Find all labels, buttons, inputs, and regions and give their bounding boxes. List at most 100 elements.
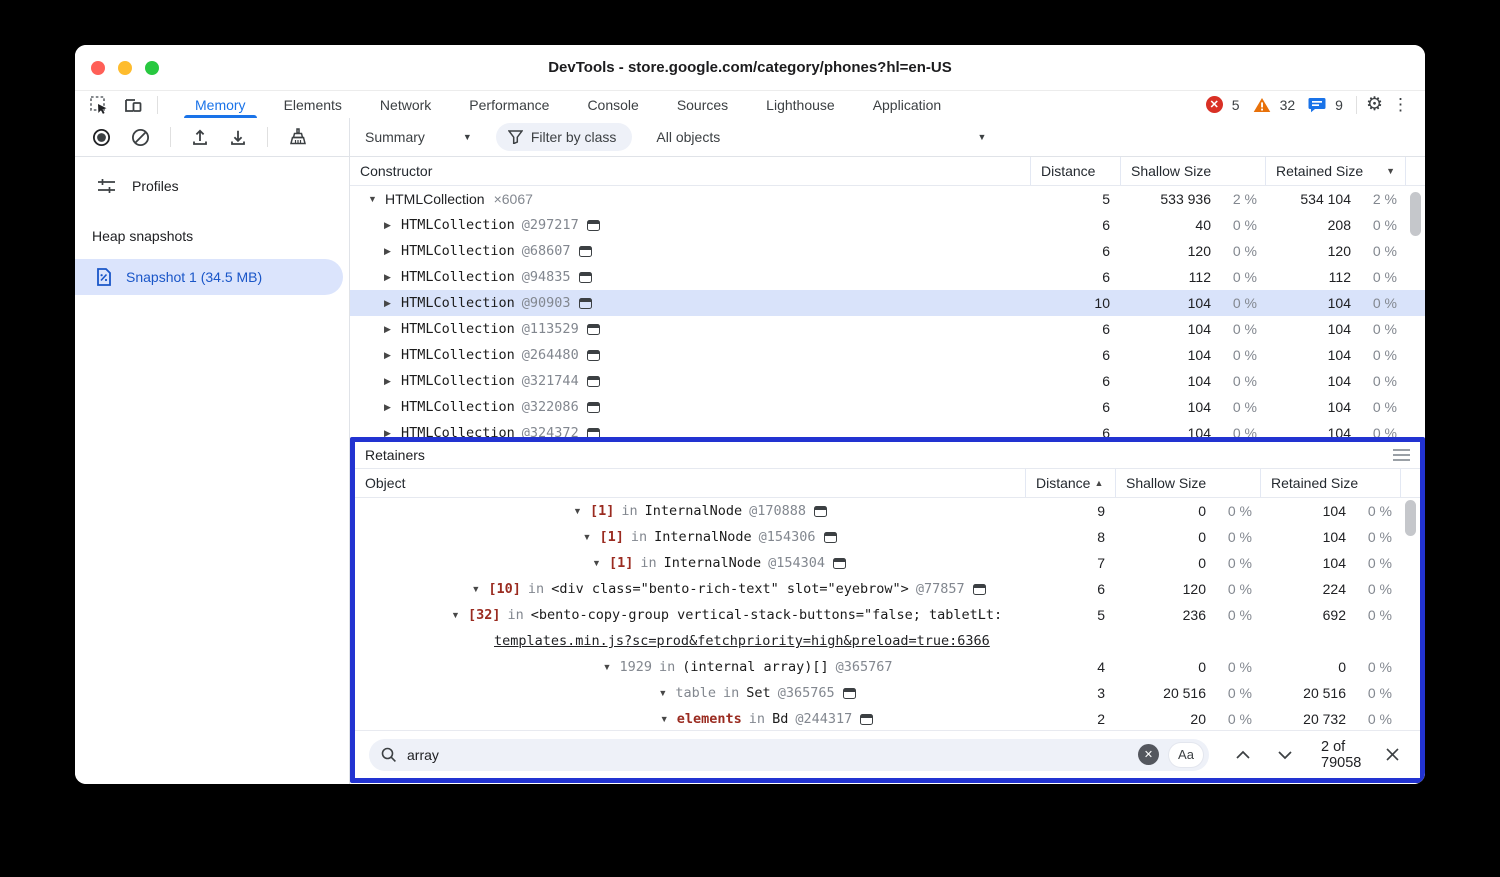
heap-table-row[interactable]: ▶HTMLCollection@9483561120 %1120 %: [350, 264, 1425, 290]
reveal-in-summary-icon[interactable]: [843, 688, 856, 699]
devtools-tab-bar: Memory Elements Network Performance Cons…: [75, 91, 1425, 118]
tab-lighthouse[interactable]: Lighthouse: [747, 91, 854, 118]
more-options-icon[interactable]: ⋮: [1392, 96, 1409, 113]
column-header-object[interactable]: Object: [355, 469, 1025, 497]
vertical-scrollbar[interactable]: [1405, 500, 1416, 536]
reveal-in-summary-icon[interactable]: [973, 584, 986, 595]
column-header-shallow-size[interactable]: Shallow Size: [1120, 157, 1265, 185]
tab-network[interactable]: Network: [361, 91, 450, 118]
tab-elements[interactable]: Elements: [265, 91, 361, 118]
reveal-in-summary-icon[interactable]: [587, 324, 600, 335]
column-header-distance[interactable]: Distance▲: [1025, 469, 1115, 497]
retainer-property: elements: [677, 711, 742, 727]
issues-count[interactable]: 9: [1335, 97, 1343, 113]
reveal-in-summary-icon[interactable]: [579, 272, 592, 283]
reveal-in-summary-icon[interactable]: [579, 246, 592, 257]
retainer-row[interactable]: ▼elementsinBd@2443172200 %20 7320 %: [355, 706, 1420, 732]
column-header-distance[interactable]: Distance: [1030, 157, 1120, 185]
heap-table-row[interactable]: ▼HTMLCollection×60675533 9362 %534 1042 …: [350, 186, 1425, 212]
class-filter-input[interactable]: Filter by class: [496, 123, 633, 151]
warning-count[interactable]: 32: [1280, 97, 1296, 113]
retainer-row[interactable]: ▼[32]in<bento-copy-group vertical-stack-…: [355, 602, 1420, 654]
search-field[interactable]: ✕ Aa: [369, 739, 1209, 771]
column-header-shallow-size[interactable]: Shallow Size: [1115, 469, 1260, 497]
save-profile-icon[interactable]: [229, 128, 247, 147]
divider: [157, 96, 158, 114]
collapse-icon: ▼: [582, 532, 599, 542]
expand-icon: ▶: [384, 402, 401, 413]
warning-count-icon[interactable]: [1253, 97, 1271, 113]
heap-table-row[interactable]: ▶HTMLCollection@90903101040 %1040 %: [350, 290, 1425, 316]
heap-table-row[interactable]: ▶HTMLCollection@26448061040 %1040 %: [350, 342, 1425, 368]
next-result-button[interactable]: [1277, 750, 1293, 760]
retainer-row[interactable]: ▼[1]inInternalNode@154306800 %1040 %: [355, 524, 1420, 550]
column-header-constructor[interactable]: Constructor: [350, 157, 1030, 185]
reveal-in-summary-icon[interactable]: [860, 714, 873, 725]
reveal-in-summary-icon[interactable]: [587, 402, 600, 413]
retainer-row[interactable]: ▼[1]inInternalNode@170888900 %1040 %: [355, 498, 1420, 524]
reveal-in-summary-icon[interactable]: [587, 350, 600, 361]
scroll-corner: [1405, 157, 1425, 185]
tab-sources[interactable]: Sources: [658, 91, 747, 118]
issues-icon[interactable]: [1308, 97, 1326, 113]
object-cell: ▼[32]in<bento-copy-group vertical-stack-…: [355, 602, 1025, 654]
retained-size-cell: 534 1042 %: [1265, 186, 1405, 212]
reveal-in-summary-icon[interactable]: [814, 506, 827, 517]
distance-cell: 6: [1030, 342, 1120, 368]
minimize-window-button[interactable]: [118, 61, 132, 75]
column-header-retained-size[interactable]: Retained Size: [1260, 469, 1400, 497]
collect-garbage-icon[interactable]: [288, 127, 308, 147]
perspective-select[interactable]: Summary ▼: [365, 129, 472, 145]
column-header-retained-size[interactable]: Retained Size▼: [1265, 157, 1405, 185]
snapshot-label: Snapshot 1 (34.5 MB): [126, 269, 262, 285]
shallow-size-cell: 1040 %: [1120, 290, 1265, 316]
record-heap-icon[interactable]: [92, 128, 111, 147]
reveal-in-summary-icon[interactable]: [833, 558, 846, 569]
retainer-row[interactable]: ▼tableinSet@365765320 5160 %20 5160 %: [355, 680, 1420, 706]
heap-table-row[interactable]: ▶HTMLCollection@11352961040 %1040 %: [350, 316, 1425, 342]
collapse-icon: ▼: [573, 506, 590, 516]
reveal-in-summary-icon[interactable]: [587, 220, 600, 231]
expand-icon: ▶: [384, 220, 401, 231]
tab-performance[interactable]: Performance: [450, 91, 568, 118]
settings-gear-icon[interactable]: ⚙: [1366, 95, 1383, 114]
device-toolbar-icon[interactable]: [123, 95, 143, 115]
heap-table-row[interactable]: ▶HTMLCollection@6860761200 %1200 %: [350, 238, 1425, 264]
clear-search-icon[interactable]: ✕: [1138, 744, 1159, 765]
tab-memory[interactable]: Memory: [176, 91, 265, 118]
tab-application[interactable]: Application: [854, 91, 961, 118]
retainer-row[interactable]: ▼[1]inInternalNode@154304700 %1040 %: [355, 550, 1420, 576]
tab-console[interactable]: Console: [568, 91, 657, 118]
inspect-element-icon[interactable]: [89, 95, 109, 115]
clear-profiles-icon[interactable]: [131, 128, 150, 147]
reveal-in-summary-icon[interactable]: [824, 532, 837, 543]
retainer-row[interactable]: ▼[10]in<div class="bento-rich-text" slot…: [355, 576, 1420, 602]
chevron-down-icon: ▼: [977, 132, 986, 142]
reveal-in-summary-icon[interactable]: [587, 376, 600, 387]
retainer-property: [1]: [609, 555, 633, 571]
retainer-object: InternalNode: [645, 503, 743, 519]
hamburger-menu-icon[interactable]: [1393, 449, 1410, 461]
profiles-header[interactable]: Profiles: [75, 166, 349, 206]
heap-table-row[interactable]: ▶HTMLCollection@32174461040 %1040 %: [350, 368, 1425, 394]
object-filter-select[interactable]: All objects ▼: [656, 129, 996, 145]
zoom-window-button[interactable]: [145, 61, 159, 75]
reveal-in-summary-icon[interactable]: [579, 298, 592, 309]
error-count[interactable]: 5: [1232, 97, 1240, 113]
retainer-row[interactable]: ▼1929in(internal array)[]@365767400 %00 …: [355, 654, 1420, 680]
title-bar: DevTools - store.google.com/category/pho…: [75, 45, 1425, 91]
shallow-size-cell: 00 %: [1115, 524, 1260, 550]
search-input[interactable]: [407, 747, 1128, 763]
close-window-button[interactable]: [91, 61, 105, 75]
close-search-icon[interactable]: [1385, 747, 1400, 762]
sidebar-item-snapshot-1[interactable]: Snapshot 1 (34.5 MB): [75, 259, 343, 295]
previous-result-button[interactable]: [1235, 750, 1251, 760]
retained-size-cell: 00 %: [1260, 654, 1400, 680]
error-count-icon[interactable]: ✕: [1206, 96, 1223, 113]
match-case-toggle[interactable]: Aa: [1169, 743, 1203, 767]
load-profile-icon[interactable]: [191, 128, 209, 147]
heap-table-row[interactable]: ▶HTMLCollection@32208661040 %1040 %: [350, 394, 1425, 420]
source-location-link[interactable]: templates.min.js?sc=prod&fetchpriority=h…: [494, 628, 990, 654]
heap-table-row[interactable]: ▶HTMLCollection@2972176400 %2080 %: [350, 212, 1425, 238]
vertical-scrollbar[interactable]: [1410, 192, 1421, 236]
